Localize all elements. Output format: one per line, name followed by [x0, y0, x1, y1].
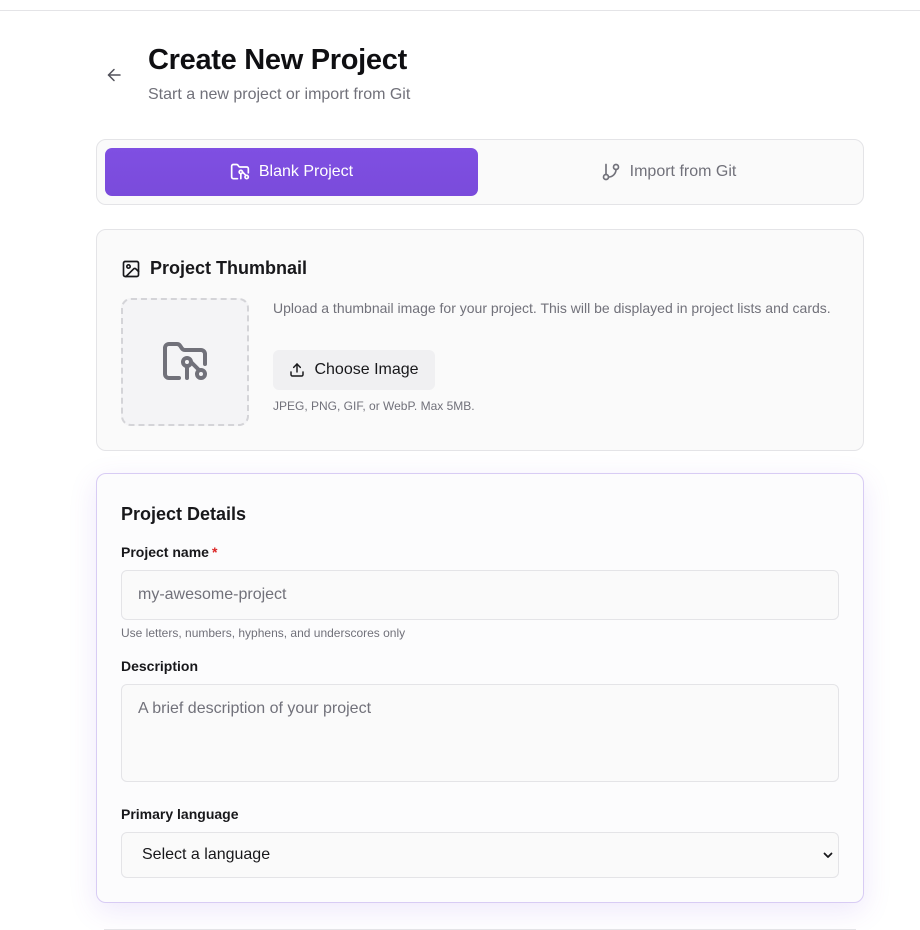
thumbnail-description: Upload a thumbnail image for your projec… — [273, 300, 831, 316]
project-mode-tabs: Blank Project Import from Git — [96, 139, 864, 205]
arrow-left-icon — [107, 68, 121, 82]
project-name-input[interactable]: my-awesome-project — [121, 570, 839, 620]
required-marker: * — [211, 544, 218, 560]
git-branch-icon — [602, 163, 619, 181]
page-title: Create New Project — [148, 44, 407, 76]
thumbnail-dropzone[interactable] — [121, 298, 249, 426]
project-details-card: Project Details Project name * my-awesome… — [96, 473, 864, 903]
chevron-down-icon — [823, 852, 833, 858]
primary-language-value: Select a language — [142, 846, 271, 863]
description-textarea[interactable]: A brief description of your project — [121, 684, 839, 782]
project-name-label: Project name * — [121, 544, 217, 560]
folder-git-icon — [230, 163, 250, 180]
choose-image-label: Choose Image — [314, 361, 419, 378]
back-button[interactable] — [102, 64, 126, 86]
tab-import-from-git[interactable]: Import from Git — [482, 148, 855, 196]
thumbnail-title: Project Thumbnail — [150, 258, 308, 278]
tab-import-from-git-label: Import from Git — [629, 163, 737, 180]
tab-blank-project[interactable]: Blank Project — [105, 148, 478, 196]
primary-language-select[interactable]: Select a language — [121, 832, 839, 878]
thumbnail-format-hint: JPEG, PNG, GIF, or WebP. Max 5MB. — [273, 399, 475, 413]
tab-blank-project-label: Blank Project — [258, 163, 354, 180]
thumbnail-header: Project Thumbnail — [121, 258, 307, 279]
choose-image-button[interactable]: Choose Image — [273, 350, 435, 390]
folder-git-icon — [163, 342, 207, 380]
thumbnail-card: Project Thumbnail Upload a thumbnail ima… — [96, 229, 864, 451]
top-bar — [0, 0, 920, 11]
description-label: Description — [121, 658, 199, 674]
page-subtitle: Start a new project or import from Git — [148, 86, 411, 103]
project-name-hint: Use letters, numbers, hyphens, and under… — [121, 626, 406, 640]
upload-icon — [290, 363, 305, 377]
image-icon — [122, 260, 140, 277]
primary-language-label: Primary language — [121, 806, 239, 822]
project-name-label-text: Project name — [121, 544, 209, 560]
project-details-title: Project Details — [121, 504, 247, 524]
